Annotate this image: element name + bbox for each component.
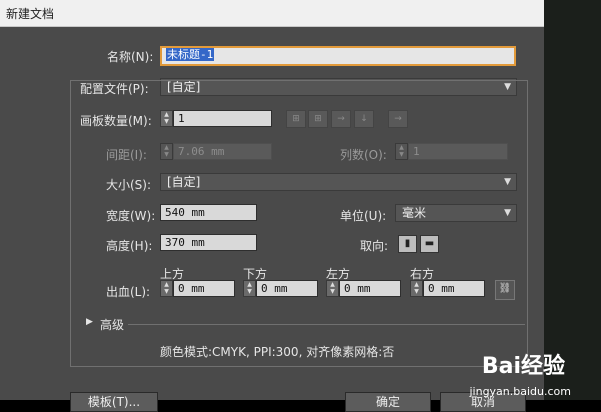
chevron-right-icon[interactable]: ▶ — [86, 317, 93, 327]
new-document-dialog: 新建文档 名称(N): 未标题-1 配置文件(P): [自定] ▼ 画板数量(M… — [0, 0, 544, 412]
watermark-url: jingyan.baidu.com — [469, 385, 571, 398]
bleed-top-stepper[interactable]: ▲ ▼ — [160, 280, 173, 297]
size-value: [自定] — [167, 175, 201, 189]
bleed-right-stepper[interactable]: ▲ ▼ — [410, 280, 423, 297]
templates-button[interactable]: 模板(T)... — [70, 392, 158, 412]
artboards-input[interactable]: 1 — [173, 110, 272, 127]
orientation-label: 取向: — [360, 239, 389, 253]
background-area — [544, 0, 601, 400]
artboards-label: 画板数量(M): — [80, 114, 152, 128]
divider — [128, 324, 525, 325]
advanced-toggle[interactable]: 高级 — [100, 316, 124, 333]
window-title: 新建文档 — [6, 7, 55, 21]
baidu-watermark: Bai经验 — [481, 354, 565, 379]
grid-by-column-icon[interactable]: ⊞ — [308, 110, 328, 128]
ok-button[interactable]: 确定 — [345, 392, 431, 412]
size-dropdown[interactable]: [自定] ▼ — [160, 173, 517, 191]
bleed-bottom-stepper[interactable]: ▲ ▼ — [243, 280, 256, 297]
name-field[interactable]: 未标题-1 — [160, 46, 516, 66]
bleed-left-input[interactable]: 0 mm — [339, 280, 401, 297]
link-icon[interactable]: ⛓ — [495, 280, 515, 300]
height-input[interactable]: 370 mm — [160, 234, 257, 251]
artboards-stepper[interactable]: ▲ ▼ — [160, 110, 173, 127]
bleed-label: 出血(L): — [106, 285, 151, 299]
spacing-stepper[interactable]: ▲ ▼ — [160, 143, 173, 160]
units-value: 毫米 — [402, 206, 427, 220]
units-label: 单位(U): — [340, 209, 387, 223]
arrange-by-row-icon[interactable]: → — [331, 110, 351, 128]
arrange-by-column-icon[interactable]: ↓ — [354, 110, 374, 128]
columns-label: 列数(O): — [340, 148, 387, 162]
size-label: 大小(S): — [106, 178, 152, 192]
width-input[interactable]: 540 mm — [160, 204, 257, 221]
bleed-bottom-input[interactable]: 0 mm — [256, 280, 318, 297]
spacing-input[interactable]: 7.06 mm — [173, 143, 272, 160]
document-summary: 颜色模式:CMYK, PPI:300, 对齐像素网格:否 — [160, 345, 395, 359]
grid-by-row-icon[interactable]: ⊞ — [286, 110, 306, 128]
units-dropdown[interactable]: 毫米 ▼ — [395, 204, 517, 222]
bleed-top-input[interactable]: 0 mm — [173, 280, 235, 297]
landscape-icon[interactable]: ▬ — [420, 235, 439, 253]
columns-input[interactable]: 1 — [408, 143, 508, 160]
bleed-right-input[interactable]: 0 mm — [423, 280, 485, 297]
spacing-label: 间距(I): — [106, 148, 147, 162]
portrait-icon[interactable]: ▮ — [398, 235, 417, 253]
height-label: 高度(H): — [106, 239, 153, 253]
chevron-down-icon: ▼ — [504, 208, 511, 218]
bleed-left-stepper[interactable]: ▲ ▼ — [326, 280, 339, 297]
title-bar: 新建文档 — [0, 0, 544, 27]
right-to-left-icon[interactable]: → — [388, 110, 408, 128]
width-label: 宽度(W): — [106, 209, 156, 223]
name-label: 名称(N): — [107, 50, 154, 64]
chevron-down-icon: ▼ — [504, 177, 511, 187]
name-value: 未标题-1 — [166, 48, 215, 61]
columns-stepper[interactable]: ▲ ▼ — [395, 143, 408, 160]
